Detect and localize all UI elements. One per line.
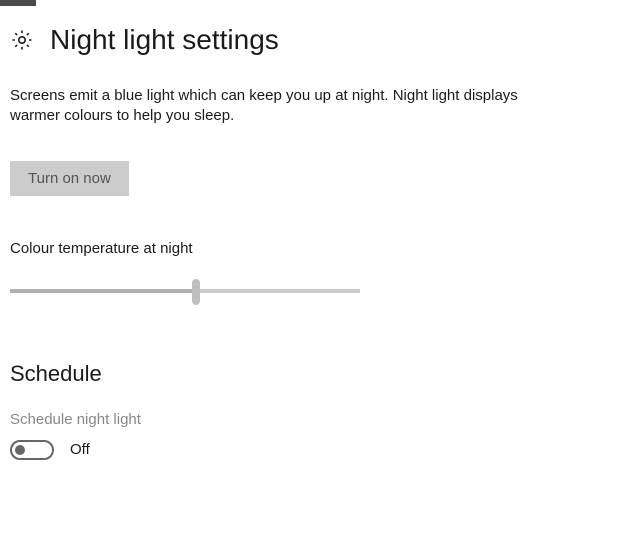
schedule-toggle-state: Off xyxy=(70,441,90,458)
temperature-label: Colour temperature at night xyxy=(10,240,610,257)
page-title: Night light settings xyxy=(50,24,279,56)
schedule-toggle-row: Off xyxy=(10,440,610,460)
turn-on-now-button[interactable]: Turn on now xyxy=(10,161,129,196)
schedule-toggle-label: Schedule night light xyxy=(10,411,610,428)
description-text: Screens emit a blue light which can keep… xyxy=(10,86,570,127)
gear-icon xyxy=(10,28,34,52)
toggle-knob xyxy=(15,445,25,455)
schedule-toggle[interactable] xyxy=(10,440,54,460)
page-content: Night light settings Screens emit a blue… xyxy=(0,6,620,460)
title-row: Night light settings xyxy=(10,24,610,56)
slider-fill xyxy=(10,289,196,293)
schedule-heading: Schedule xyxy=(10,361,610,387)
slider-thumb[interactable] xyxy=(192,279,200,305)
temperature-slider[interactable] xyxy=(10,277,360,307)
